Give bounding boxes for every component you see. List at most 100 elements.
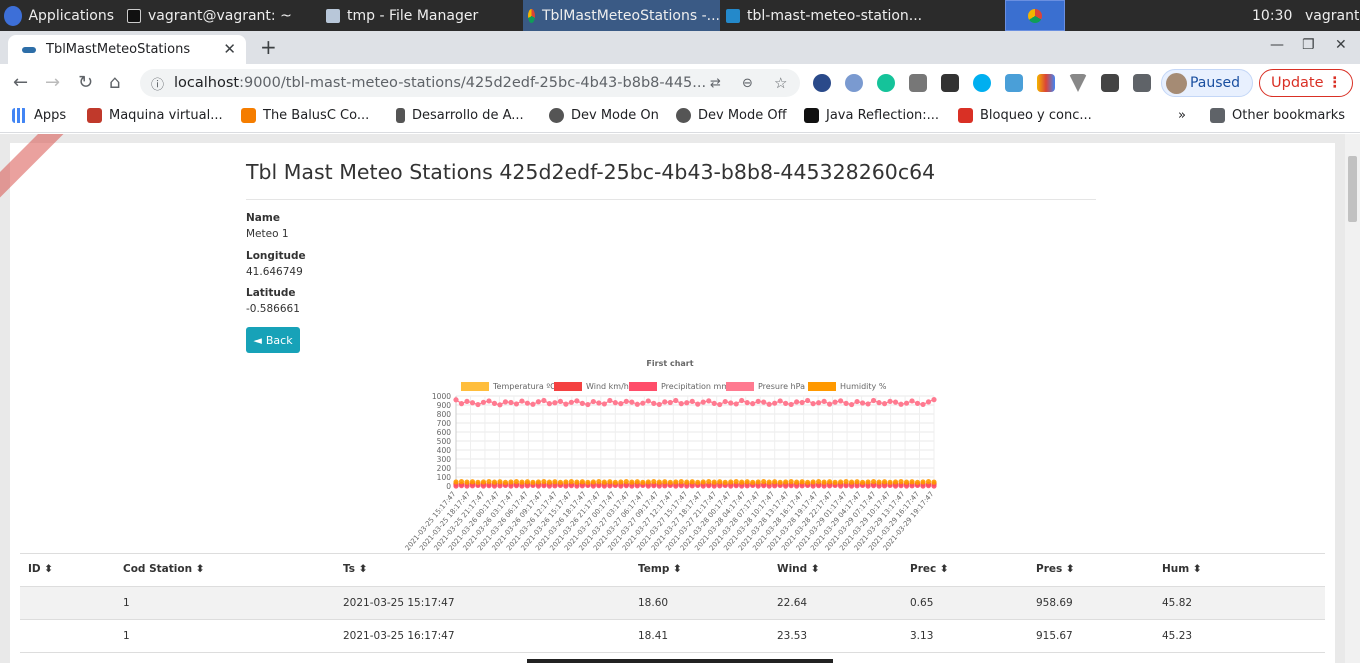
- bookmark-java-reflection[interactable]: Java Reflection:...: [804, 108, 939, 123]
- taskbar-file-manager[interactable]: tmp - File Manager: [326, 0, 516, 31]
- data-point-presure: [579, 400, 585, 406]
- y-tick-label: 0: [446, 482, 451, 491]
- clock[interactable]: 10:30: [1252, 0, 1292, 31]
- bookmark-desarrollo[interactable]: Desarrollo de A...: [396, 108, 524, 123]
- bookmark-maquina-virtual[interactable]: Maquina virtual...: [87, 108, 223, 123]
- close-window-icon[interactable]: ✕: [1335, 37, 1347, 53]
- data-point-presure: [816, 400, 822, 406]
- bookmark-label: Java Reflection:...: [826, 108, 940, 123]
- forward-arrow-icon[interactable]: →: [45, 72, 60, 93]
- bookmark-apps[interactable]: Apps: [12, 108, 66, 123]
- extension-w-icon[interactable]: [1037, 74, 1055, 92]
- minimize-icon[interactable]: —: [1270, 37, 1284, 53]
- th-temp[interactable]: Temp ⬍: [638, 563, 682, 575]
- th-pres[interactable]: Pres ⬍: [1036, 563, 1075, 575]
- bookmarks-bar: Apps Maquina virtual... The BalusC Co...…: [0, 102, 1360, 133]
- bookmark-favicon-icon: [804, 108, 819, 123]
- cell-wind: 22.64: [777, 597, 808, 609]
- extension-sound-icon[interactable]: [941, 74, 959, 92]
- reload-icon[interactable]: ↻: [78, 72, 93, 93]
- bookmark-dev-mode-on[interactable]: Dev Mode On: [549, 108, 659, 123]
- workspace-switcher[interactable]: [1005, 0, 1065, 31]
- tab-tblmastmeteostations[interactable]: TblMastMeteoStations ✕: [8, 35, 246, 64]
- apps-grid-icon: [12, 108, 27, 123]
- extension-book-icon[interactable]: [1101, 74, 1119, 92]
- data-point-presure: [601, 401, 607, 407]
- home-icon[interactable]: ⌂: [109, 72, 120, 93]
- back-button[interactable]: ◄ Back: [246, 327, 300, 353]
- scrollbar-thumb[interactable]: [1348, 156, 1357, 222]
- taskbar-terminal[interactable]: vagrant@vagrant: ~: [127, 0, 317, 31]
- maximize-icon[interactable]: ❐: [1302, 37, 1315, 53]
- th-cod-station[interactable]: Cod Station ⬍: [123, 563, 205, 575]
- th-label: Temp: [638, 563, 670, 575]
- horizontal-scroll-indicator[interactable]: [527, 659, 833, 663]
- new-tab-button[interactable]: +: [260, 35, 277, 59]
- extensions-puzzle-icon[interactable]: [1133, 74, 1151, 92]
- th-prec[interactable]: Prec ⬍: [910, 563, 949, 575]
- bookmarks-overflow-chevron-icon[interactable]: »: [1178, 108, 1186, 123]
- grammarly-icon[interactable]: [877, 74, 895, 92]
- sort-icon: ⬍: [195, 563, 205, 575]
- data-point-humidity: [458, 478, 465, 485]
- taskbar-chrome[interactable]: TblMastMeteoStations -...: [523, 0, 720, 31]
- th-label: Ts: [343, 563, 356, 575]
- extension-cloud-icon[interactable]: [1005, 74, 1023, 92]
- data-point-humidity: [794, 479, 800, 485]
- table-row[interactable]: [20, 587, 1325, 620]
- data-point-presure: [827, 401, 833, 407]
- bookmark-bloqueo[interactable]: Bloqueo y conc...: [958, 108, 1092, 123]
- extension-v-icon[interactable]: [1069, 74, 1087, 92]
- longitude-value: 41.646749: [246, 266, 303, 278]
- address-bar[interactable]: ⓘ localhost:9000/tbl-mast-meteo-stations…: [140, 69, 800, 97]
- bookmark-star-icon[interactable]: ☆: [774, 74, 787, 92]
- data-point-humidity: [827, 479, 833, 485]
- data-point-humidity: [739, 479, 745, 485]
- table-row[interactable]: [20, 620, 1325, 653]
- other-bookmarks[interactable]: Other bookmarks: [1210, 108, 1345, 123]
- extension-browser-icon[interactable]: [845, 74, 863, 92]
- data-point-presure: [585, 401, 591, 408]
- translate-icon[interactable]: ⇄: [710, 76, 721, 91]
- extension-play-icon[interactable]: [813, 74, 831, 92]
- extension-cube-icon[interactable]: [909, 74, 927, 92]
- update-button[interactable]: Update ⋮: [1259, 69, 1353, 97]
- th-ts[interactable]: Ts ⬍: [343, 563, 368, 575]
- data-point-humidity: [914, 479, 921, 485]
- cell-prec: 0.65: [910, 597, 934, 609]
- y-tick-label: 600: [437, 428, 452, 437]
- applications-menu[interactable]: Applications: [4, 0, 114, 31]
- bookmark-label: The BalusC Co...: [263, 108, 370, 123]
- back-arrow-icon[interactable]: ←: [13, 72, 28, 93]
- data-point-presure: [772, 400, 778, 406]
- bookmark-dev-mode-off[interactable]: Dev Mode Off: [676, 108, 787, 123]
- data-point-presure: [733, 401, 739, 407]
- data-point-humidity: [711, 479, 717, 485]
- data-point-humidity: [695, 479, 701, 485]
- data-point-presure: [590, 398, 596, 405]
- data-point-humidity: [832, 479, 838, 485]
- skype-icon[interactable]: [973, 74, 991, 92]
- zoom-icon[interactable]: ⊖: [742, 76, 753, 91]
- th-wind[interactable]: Wind ⬍: [777, 563, 820, 575]
- th-id[interactable]: ID ⬍: [28, 563, 53, 575]
- cell-temp: 18.41: [638, 630, 669, 642]
- taskbar-vscode[interactable]: tbl-mast-meteo-station...: [726, 0, 926, 31]
- bookmark-balusc[interactable]: The BalusC Co...: [241, 108, 369, 123]
- data-point-humidity: [887, 479, 893, 485]
- profile-paused-button[interactable]: Paused: [1161, 69, 1253, 97]
- th-hum[interactable]: Hum ⬍: [1162, 563, 1202, 575]
- data-point-humidity: [783, 479, 789, 485]
- data-point-humidity: [645, 479, 651, 485]
- data-point-presure: [750, 401, 756, 407]
- data-point-humidity: [816, 478, 822, 485]
- y-tick-label: 800: [437, 410, 452, 419]
- close-tab-icon[interactable]: ✕: [223, 40, 236, 58]
- vertical-scrollbar[interactable]: [1345, 134, 1360, 663]
- data-point-humidity: [722, 479, 728, 485]
- user-menu[interactable]: vagrant: [1305, 0, 1359, 31]
- data-point-humidity: [684, 479, 690, 485]
- data-point-presure: [458, 401, 465, 407]
- data-point-presure: [788, 401, 794, 408]
- data-point-humidity: [557, 479, 563, 485]
